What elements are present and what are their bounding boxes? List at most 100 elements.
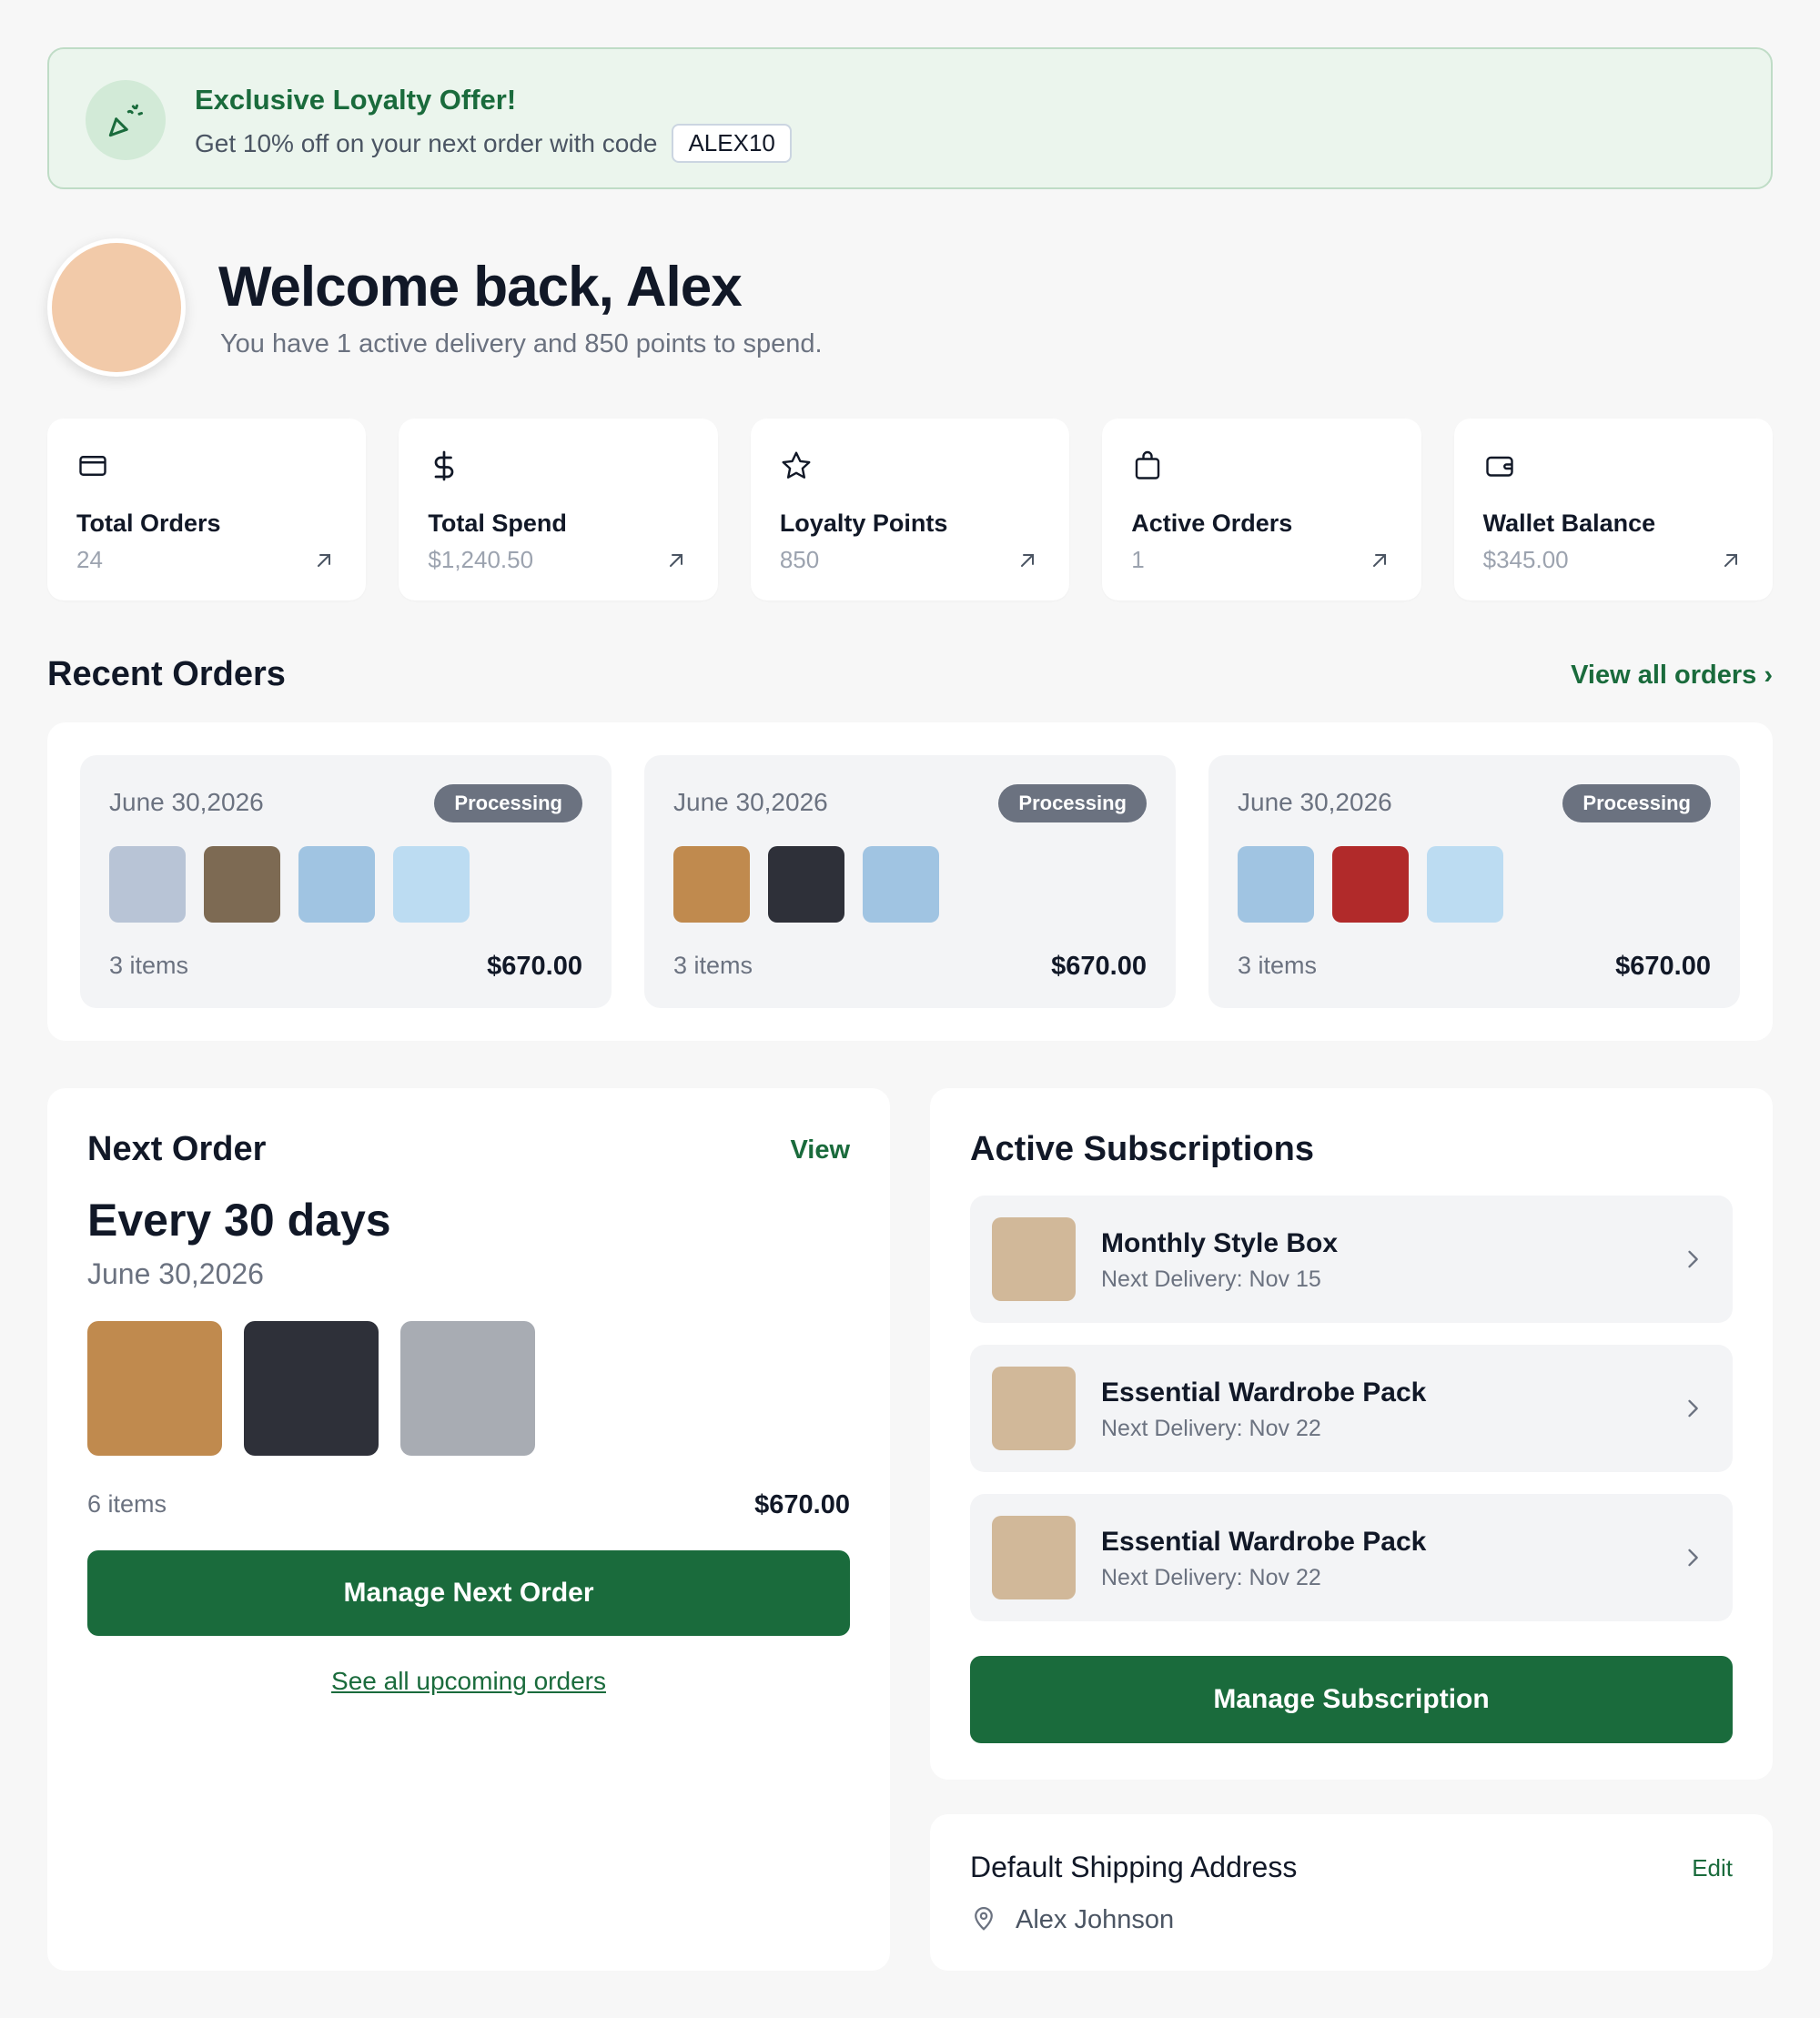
promo-title: Exclusive Loyalty Offer!: [195, 84, 517, 116]
order-card[interactable]: June 30,2026 Processing 3 items $670.00: [644, 755, 1176, 1008]
subscription-thumbnail: [992, 1367, 1076, 1450]
edit-address-link[interactable]: Edit: [1692, 1854, 1733, 1882]
subscription-name: Essential Wardrobe Pack: [1101, 1377, 1427, 1408]
arrow-up-right-icon: [669, 554, 682, 567]
chevron-right-icon: [1688, 1399, 1698, 1418]
product-thumbnail: [1238, 846, 1314, 923]
product-thumbnail: [768, 846, 844, 923]
stat-value: 850: [779, 546, 820, 573]
view-all-orders-link[interactable]: View all orders ›: [1571, 661, 1773, 691]
stat-label: Total Spend: [428, 510, 567, 537]
stat-label: Total Orders: [76, 510, 221, 537]
next-order-view-link[interactable]: View: [790, 1135, 850, 1165]
order-total: $670.00: [487, 952, 582, 981]
promo-code[interactable]: ALEX10: [672, 124, 792, 163]
party-popper-icon: [86, 80, 166, 160]
subscription-item[interactable]: Essential Wardrobe Pack Next Delivery: N…: [970, 1494, 1733, 1621]
stats-row: Total Orders 24 Total Spend $1,240.50 Lo…: [47, 419, 1774, 600]
order-card[interactable]: June 30,2026 Processing 3 items $670.00: [80, 755, 612, 1008]
stat-label: Wallet Balance: [1482, 510, 1656, 537]
next-order-item-count: 6 items: [87, 1490, 167, 1518]
wallet-icon: [1485, 456, 1513, 477]
shipping-name: Alex Johnson: [1016, 1905, 1175, 1934]
recent-orders-panel: June 30,2026 Processing 3 items $670.00 …: [47, 722, 1773, 1041]
stat-card-total-spend[interactable]: Total Spend $1,240.50: [399, 419, 718, 600]
status-badge: Processing: [998, 784, 1147, 822]
shipping-address-panel: Default Shipping Address Edit Alex Johns…: [930, 1814, 1773, 1971]
star-icon: [782, 451, 811, 479]
next-order-title: Next Order: [87, 1130, 267, 1168]
order-card[interactable]: June 30,2026 Processing 3 items $670.00: [1208, 755, 1740, 1008]
next-order-date: June 30,2026: [87, 1257, 264, 1290]
status-badge: Processing: [434, 784, 582, 822]
product-thumbnail: [863, 846, 939, 923]
order-date: June 30,2026: [1238, 788, 1392, 816]
manage-next-order-button[interactable]: Manage Next Order: [87, 1550, 850, 1636]
manage-subscription-button[interactable]: Manage Subscription: [970, 1656, 1733, 1743]
subscription-thumbnail: [992, 1217, 1076, 1301]
next-order-swatches: [87, 1321, 535, 1456]
order-item-count: 3 items: [673, 952, 753, 979]
stat-value: $1,240.50: [428, 546, 534, 573]
stat-card-wallet-balance[interactable]: Wallet Balance $345.00: [1453, 419, 1774, 600]
product-thumbnail: [393, 846, 470, 923]
credit-card-icon: [79, 456, 106, 476]
order-swatches: [109, 846, 470, 923]
product-thumbnail: [244, 1321, 379, 1456]
shipping-address-title: Default Shipping Address: [970, 1851, 1298, 1883]
product-thumbnail: [1332, 846, 1409, 923]
subscription-item[interactable]: Monthly Style Box Next Delivery: Nov 15: [970, 1196, 1733, 1323]
subscription-next-delivery: Next Delivery: Nov 22: [1101, 1565, 1321, 1590]
arrow-up-right-icon: [1021, 554, 1035, 567]
product-thumbnail: [87, 1321, 222, 1456]
see-all-upcoming-orders-link[interactable]: See all upcoming orders: [47, 1667, 890, 1696]
stat-value: 1: [1131, 546, 1145, 573]
stat-label: Active Orders: [1131, 510, 1293, 537]
chevron-right-icon: [1688, 1250, 1698, 1268]
order-item-count: 3 items: [109, 952, 189, 979]
stat-card-loyalty-points[interactable]: Loyalty Points 850: [750, 419, 1070, 600]
subscription-name: Essential Wardrobe Pack: [1101, 1527, 1427, 1557]
next-order-panel: Next Order View Every 30 days June 30,20…: [47, 1088, 890, 1971]
product-thumbnail: [298, 846, 375, 923]
active-subscriptions-panel: Active Subscriptions Monthly Style Box N…: [930, 1088, 1773, 1780]
order-date: June 30,2026: [673, 788, 828, 816]
status-badge: Processing: [1562, 784, 1711, 822]
stat-value: $345.00: [1482, 546, 1569, 573]
shopping-bag-icon: [1136, 450, 1160, 479]
arrow-up-right-icon: [1372, 554, 1386, 567]
order-item-count: 3 items: [1238, 952, 1318, 979]
recent-orders-title: Recent Orders: [47, 655, 286, 693]
promo-text: Get 10% off on your next order with code: [195, 128, 658, 157]
order-swatches: [1238, 846, 1503, 923]
page-title: Welcome back, Alex: [218, 256, 743, 318]
next-order-total: $670.00: [754, 1490, 850, 1519]
stat-card-active-orders[interactable]: Active Orders 1: [1102, 419, 1421, 600]
order-total: $670.00: [1615, 952, 1711, 981]
stat-label: Loyalty Points: [779, 510, 948, 537]
subscription-thumbnail: [992, 1516, 1076, 1599]
avatar[interactable]: [47, 238, 186, 377]
product-thumbnail: [400, 1321, 535, 1456]
map-pin-icon: [975, 1907, 993, 1931]
chevron-right-icon: [1688, 1549, 1698, 1567]
arrow-up-right-icon: [1724, 554, 1738, 567]
stat-card-total-orders[interactable]: Total Orders 24: [47, 419, 367, 600]
next-order-frequency: Every 30 days: [87, 1195, 391, 1246]
dollar-icon: [435, 450, 454, 481]
arrow-up-right-icon: [318, 554, 331, 567]
loyalty-offer-banner: Exclusive Loyalty Offer! Get 10% off on …: [47, 47, 1773, 189]
order-total: $670.00: [1051, 952, 1147, 981]
product-thumbnail: [109, 846, 186, 923]
subscription-next-delivery: Next Delivery: Nov 15: [1101, 1266, 1321, 1292]
stat-value: 24: [76, 546, 103, 573]
subscription-item[interactable]: Essential Wardrobe Pack Next Delivery: N…: [970, 1345, 1733, 1472]
subscriptions-title: Active Subscriptions: [970, 1130, 1314, 1168]
order-date: June 30,2026: [109, 788, 264, 816]
product-thumbnail: [673, 846, 750, 923]
welcome-subtitle: You have 1 active delivery and 850 point…: [220, 329, 823, 358]
product-thumbnail: [204, 846, 280, 923]
order-swatches: [673, 846, 939, 923]
subscription-name: Monthly Style Box: [1101, 1228, 1339, 1258]
promo-text-row: Get 10% off on your next order with code…: [195, 124, 792, 163]
